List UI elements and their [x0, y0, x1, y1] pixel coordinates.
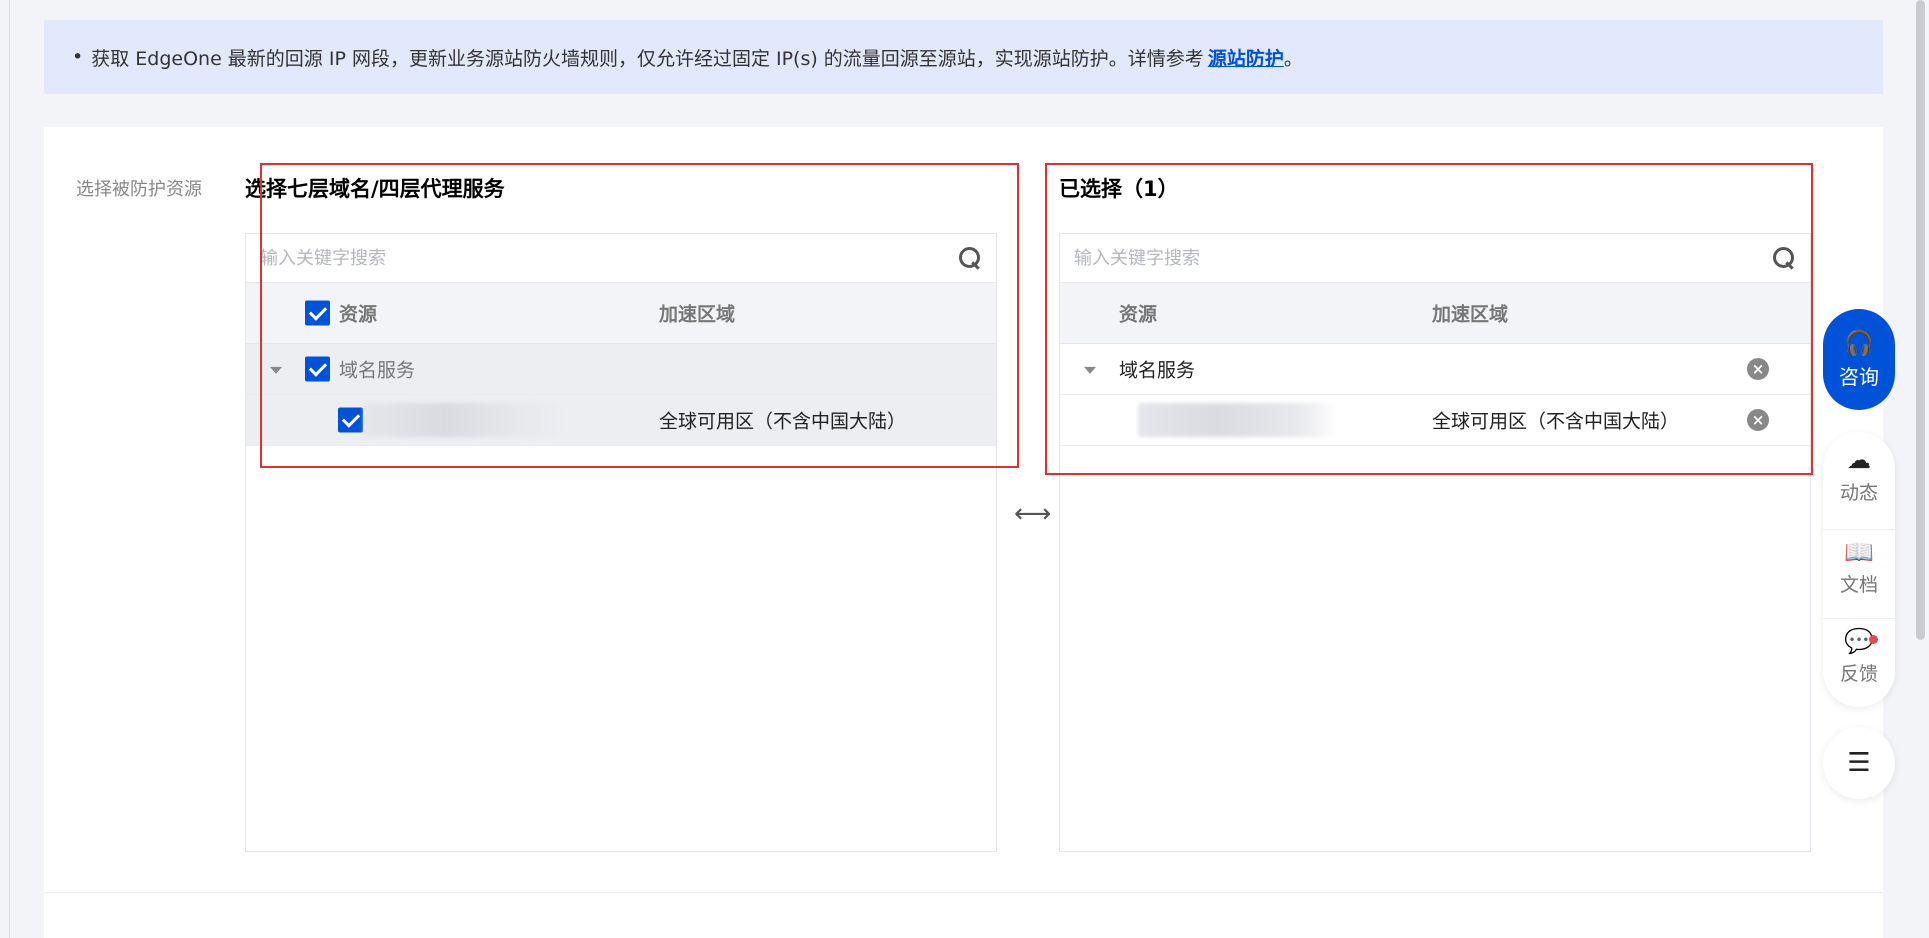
card-divider	[44, 892, 1883, 893]
origin-ip-notice: • 获取 EdgeOne 最新的回源 IP 网段，更新业务源站防火墙规则，仅允许…	[44, 20, 1883, 94]
origin-protection-link[interactable]: 源站防护	[1208, 44, 1284, 71]
news-button[interactable]: ☁ 动态	[1823, 446, 1895, 529]
feedback-button[interactable]: 💬 反馈	[1823, 617, 1895, 707]
highlight-box-right	[1045, 163, 1813, 475]
page-scrollbar[interactable]	[1916, 0, 1925, 640]
select-resource-label: 选择被防护资源	[76, 179, 202, 200]
notice-text: 获取 EdgeOne 最新的回源 IP 网段，更新业务源站防火墙规则，仅允许经过…	[91, 47, 1204, 70]
news-label: 动态	[1839, 482, 1878, 504]
consult-button[interactable]: 🎧 咨询	[1823, 309, 1895, 410]
feedback-label: 反馈	[1839, 662, 1878, 685]
indent-menu-icon: ☰	[1847, 748, 1871, 778]
docs-label: 文档	[1839, 573, 1878, 596]
headset-icon: 🎧	[1844, 329, 1874, 357]
transfer-arrows-icon: ⟷	[1014, 499, 1052, 529]
consult-label: 咨询	[1839, 365, 1879, 389]
cloud-icon: ☁	[1847, 446, 1871, 474]
toggle-menu-button[interactable]: ☰	[1823, 727, 1895, 799]
page-left-border	[9, 0, 10, 938]
notification-dot	[1869, 634, 1878, 644]
notice-bullet: •	[72, 46, 84, 68]
highlight-box-left	[260, 163, 1019, 468]
docs-button[interactable]: 📖 文档	[1823, 528, 1895, 618]
side-toolbar: ☁ 动态 📖 文档 💬 反馈	[1823, 432, 1895, 707]
book-icon: 📖	[1844, 537, 1874, 566]
notice-suffix: 。	[1283, 47, 1303, 70]
